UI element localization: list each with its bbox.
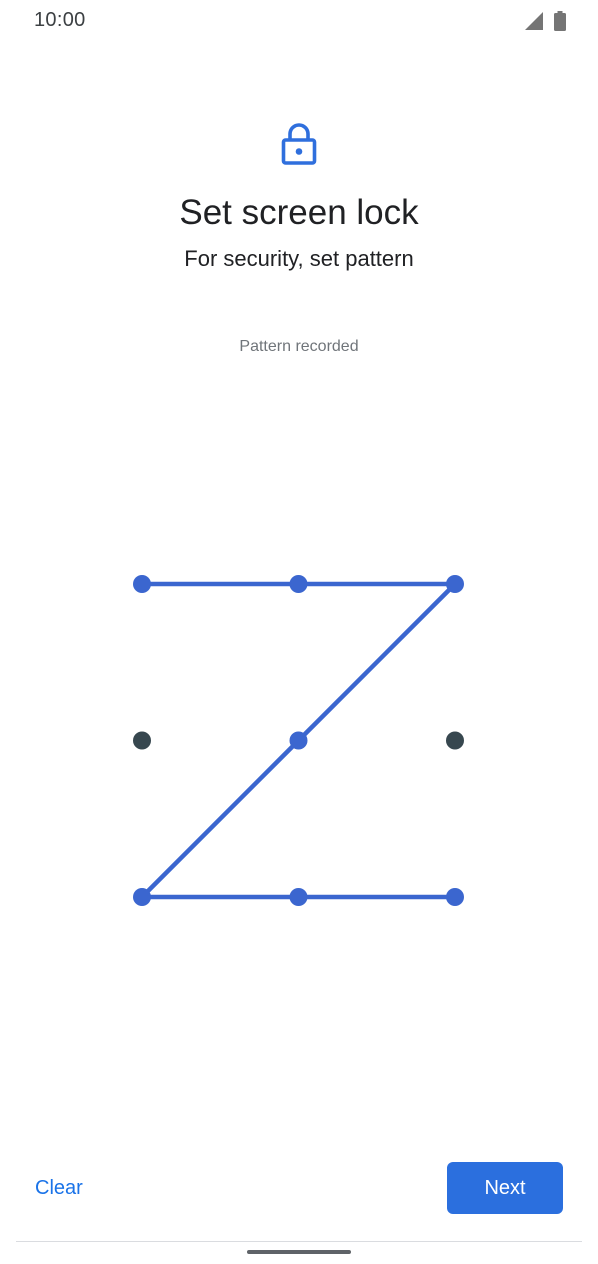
next-button[interactable]: Next [447,1162,563,1214]
status-icons [524,11,566,31]
pattern-dot-2[interactable] [289,575,308,593]
battery-icon [554,11,566,31]
pattern-dot-3[interactable] [446,575,464,593]
page-title: Set screen lock [179,193,419,232]
pattern-grid[interactable] [0,0,598,1264]
pattern-line-segment [296,581,458,743]
pattern-dot-5[interactable] [289,731,308,750]
pattern-dot-4[interactable] [133,731,151,750]
status-bar: 10:00 [0,0,598,44]
clear-button[interactable]: Clear [22,1166,102,1210]
pattern-status-message: Pattern recorded [239,338,359,355]
pattern-dot-9[interactable] [446,888,464,906]
pattern-dot-8[interactable] [289,888,308,906]
gesture-nav-handle[interactable] [247,1250,351,1254]
pattern-dot-7[interactable] [133,888,151,906]
status-time: 10:00 [34,9,86,31]
page-subtitle: For security, set pattern [184,246,414,271]
cellular-signal-icon [525,12,543,30]
pattern-line-segment [139,738,301,900]
pattern-dot-1[interactable] [133,575,151,593]
nav-divider [16,1241,582,1242]
pattern-dot-6[interactable] [446,731,464,750]
lock-icon [281,123,317,165]
